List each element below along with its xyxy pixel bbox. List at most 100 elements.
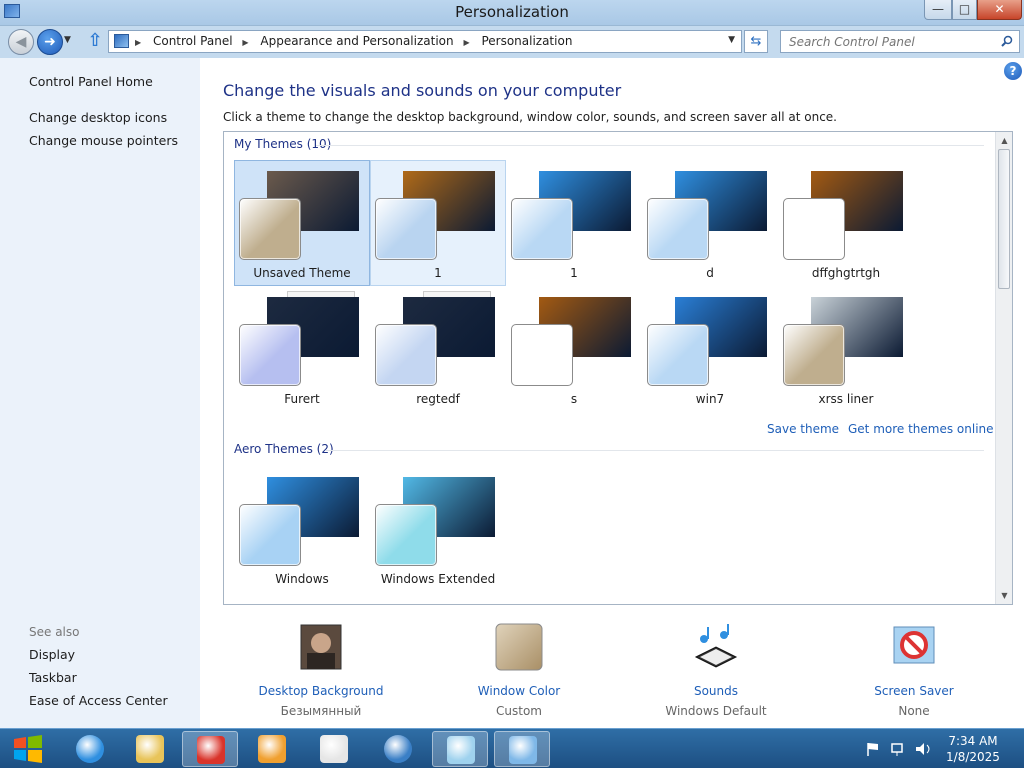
theme-tile[interactable]: Unsaved Theme: [234, 160, 370, 286]
theme-tile[interactable]: 1: [506, 160, 642, 286]
scrollbar-thumb[interactable]: [998, 149, 1010, 289]
scroll-up-arrow-icon[interactable]: ▲: [996, 132, 1012, 149]
scroll-down-arrow-icon[interactable]: ▼: [996, 587, 1012, 604]
address-dropdown-chevron-down-icon[interactable]: ▼: [728, 35, 735, 45]
theme-tile[interactable]: xrss liner: [778, 286, 914, 412]
breadcrumb-appearance[interactable]: Appearance and Personalization: [260, 34, 453, 48]
screen-saver-setting[interactable]: Screen Saver None: [834, 623, 994, 718]
theme-name: dffghgtrtgh: [811, 266, 881, 280]
control-panel-icon: [509, 736, 537, 764]
theme-name: 1: [434, 266, 442, 280]
search-icon[interactable]: [1001, 35, 1013, 47]
title-bar: Personalization — □ ✕: [0, 0, 1024, 26]
taskbar-app-button[interactable]: [62, 731, 118, 767]
my-themes-heading: My Themes (10): [234, 137, 332, 151]
sounds-setting[interactable]: Sounds Windows Default: [636, 623, 796, 718]
theme-name: win7: [695, 392, 725, 406]
search-box[interactable]: [780, 30, 1020, 53]
theme-tile[interactable]: Windows Extended: [370, 466, 506, 592]
theme-color-swatch: [511, 198, 573, 260]
theme-tile[interactable]: regtedf: [370, 286, 506, 412]
theme-tile[interactable]: d: [642, 160, 778, 286]
change-mouse-pointers-link[interactable]: Change mouse pointers: [29, 133, 178, 148]
theme-name: 1: [570, 266, 578, 280]
taskbar-app-button[interactable]: [182, 731, 238, 767]
get-more-themes-link[interactable]: Get more themes online: [848, 422, 994, 436]
save-theme-link[interactable]: Save theme: [767, 422, 839, 436]
address-bar[interactable]: ▶ Control Panel ▶ Appearance and Persona…: [108, 30, 742, 53]
desktop-background-setting[interactable]: Desktop Background Безымянный: [241, 623, 401, 718]
display-link[interactable]: Display: [29, 647, 75, 662]
theme-tile[interactable]: s: [506, 286, 642, 412]
desktop-background-label[interactable]: Desktop Background: [241, 684, 401, 698]
breadcrumb-control-panel[interactable]: Control Panel: [153, 34, 233, 48]
app-red-icon: [197, 736, 225, 764]
back-button[interactable]: ◀: [8, 29, 34, 55]
screen-saver-label[interactable]: Screen Saver: [834, 684, 994, 698]
media-player-icon: [258, 735, 286, 763]
taskbar-app-button[interactable]: [494, 731, 550, 767]
up-arrow-icon[interactable]: ⇧: [86, 32, 104, 50]
search-input[interactable]: [789, 32, 999, 52]
recent-pages-chevron-down-icon[interactable]: ▼: [64, 35, 71, 45]
theme-color-swatch: [783, 324, 845, 386]
taskbar-app-button[interactable]: [244, 731, 300, 767]
theme-tile[interactable]: Windows: [234, 466, 370, 592]
vertical-scrollbar[interactable]: ▲ ▼: [995, 132, 1012, 604]
taskbar-app-button[interactable]: [122, 731, 178, 767]
theme-gallery: My Themes (10) Unsaved Theme 1 1 d dffghgtrt…: [223, 131, 1013, 605]
breadcrumb-personalization[interactable]: Personalization: [481, 34, 572, 48]
maximize-button[interactable]: □: [952, 0, 977, 20]
theme-color-swatch: [239, 324, 301, 386]
theme-tile[interactable]: win7: [642, 286, 778, 412]
window-title: Personalization: [455, 3, 569, 21]
taskbar-app-button[interactable]: [306, 731, 362, 767]
theme-color-swatch: [647, 198, 709, 260]
action-center-flag-icon: [867, 743, 878, 756]
close-button[interactable]: ✕: [977, 0, 1022, 20]
screen-saver-icon[interactable]: [890, 623, 938, 671]
refresh-icon[interactable]: ⇆: [744, 30, 768, 53]
help-icon[interactable]: ?: [1004, 62, 1022, 80]
start-button[interactable]: [8, 733, 48, 765]
volume-icon: [916, 743, 930, 755]
theme-tile[interactable]: Furert: [234, 286, 370, 412]
sounds-value: Windows Default: [665, 704, 767, 718]
taskbar-app-button[interactable]: [370, 731, 426, 767]
forward-button[interactable]: ➜: [37, 29, 63, 55]
theme-name: Furert: [284, 392, 320, 406]
breadcrumb-separator-icon[interactable]: ▶: [242, 38, 248, 47]
window-color-icon[interactable]: [495, 623, 543, 671]
browser-globe-icon: [384, 735, 412, 763]
theme-color-swatch: [375, 198, 437, 260]
theme-color-swatch: [647, 324, 709, 386]
taskbar-link[interactable]: Taskbar: [29, 670, 77, 685]
theme-tile[interactable]: dffghgtrtgh: [778, 160, 914, 286]
change-desktop-icons-link[interactable]: Change desktop icons: [29, 110, 167, 125]
desktop-background-icon[interactable]: [297, 623, 345, 671]
screen-saver-value: None: [898, 704, 930, 718]
window-color-label[interactable]: Window Color: [439, 684, 599, 698]
clock-date: 1/8/2025: [946, 750, 1000, 764]
taskbar: 7:34 AM 1/8/2025: [0, 728, 1024, 768]
window-color-setting[interactable]: Window Color Custom: [439, 623, 599, 718]
theme-name: xrss liner: [818, 392, 874, 406]
minimize-button[interactable]: —: [924, 0, 952, 20]
sounds-icon[interactable]: [692, 623, 740, 671]
see-also-heading: See also: [29, 625, 80, 639]
theme-tile[interactable]: 1: [370, 160, 506, 286]
breadcrumb-separator-icon[interactable]: ▶: [463, 38, 469, 47]
ease-of-access-link[interactable]: Ease of Access Center: [29, 693, 168, 708]
left-navigation-pane: Control Panel Home Change desktop icons …: [0, 58, 200, 728]
control-panel-home-link[interactable]: Control Panel Home: [29, 74, 153, 89]
breadcrumb-separator-icon[interactable]: ▶: [135, 38, 141, 47]
taskbar-app-button[interactable]: [432, 731, 488, 767]
system-clock[interactable]: 7:34 AM 1/8/2025: [942, 733, 1004, 765]
theme-name: Windows: [275, 572, 329, 586]
sounds-label[interactable]: Sounds: [636, 684, 796, 698]
theme-name: Windows Extended: [380, 572, 496, 586]
theme-color-swatch: [511, 324, 573, 386]
notification-area[interactable]: [862, 741, 942, 757]
clock-time: 7:34 AM: [948, 734, 998, 748]
theme-name: regtedf: [416, 392, 460, 406]
